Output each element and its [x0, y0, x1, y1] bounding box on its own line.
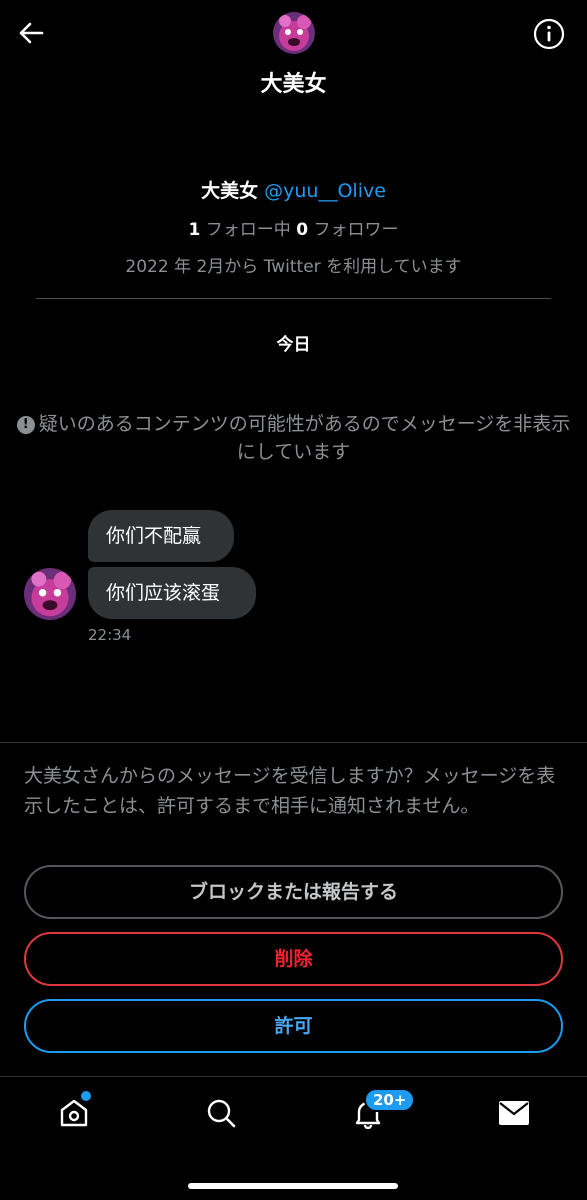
- following-label: フォロー中: [205, 220, 291, 240]
- tab-search[interactable]: [199, 1091, 243, 1135]
- sender-avatar[interactable]: [24, 568, 76, 620]
- profile-name-line: 大美女 @yuu__Olive: [0, 176, 587, 203]
- warning-icon: !: [16, 416, 35, 434]
- message-bubble[interactable]: 你们不配赢: [88, 510, 234, 562]
- tab-messages[interactable]: [492, 1091, 536, 1135]
- message-request-panel: 大美女さんからのメッセージを受信しますか？メッセージを表示したことは、許可するま…: [0, 742, 587, 1076]
- arrow-left-icon: [19, 22, 44, 44]
- message-timestamp: 22:34: [88, 626, 132, 644]
- header-avatar[interactable]: [273, 12, 315, 54]
- page-title: 大美女: [260, 72, 327, 97]
- profile-joined-date: 2022 年 2月から Twitter を利用しています: [125, 257, 462, 277]
- home-icon: [60, 1099, 88, 1127]
- divider: [36, 298, 551, 299]
- profile-name: 大美女: [201, 180, 259, 202]
- request-prompt: 大美女さんからのメッセージを受信しますか？メッセージを表示したことは、許可するま…: [24, 765, 556, 817]
- date-separator: 今日: [276, 335, 311, 355]
- delete-button[interactable]: 削除: [24, 932, 563, 986]
- block-or-report-button[interactable]: ブロックまたは報告する: [24, 865, 563, 919]
- home-indicator[interactable]: [188, 1183, 398, 1189]
- followers-label: フォロワー: [313, 220, 399, 240]
- info-button[interactable]: [533, 18, 565, 50]
- info-circle-icon: [533, 18, 565, 50]
- search-icon: [207, 1099, 236, 1128]
- back-button[interactable]: [14, 16, 48, 50]
- following-count: 1: [188, 220, 201, 240]
- profile-handle[interactable]: @yuu__Olive: [264, 180, 386, 202]
- home-unread-dot: [81, 1091, 91, 1101]
- hidden-content-notice: ! 疑いのあるコンテンツの可能性があるのでメッセージを非表示にしています: [10, 410, 577, 466]
- followers-count: 0: [296, 220, 309, 240]
- conversation-header: 大美女: [0, 0, 587, 110]
- notifications-badge: 20+: [364, 1088, 416, 1112]
- allow-button[interactable]: 許可: [24, 999, 563, 1053]
- hidden-notice-text: 疑いのあるコンテンツの可能性があるのでメッセージを非表示にしています: [38, 413, 571, 463]
- envelope-icon: [499, 1101, 529, 1125]
- profile-follow-stats: 1 フォロー中 0 フォロワー: [0, 215, 587, 240]
- bottom-tab-bar: [0, 1076, 587, 1200]
- message-bubble[interactable]: 你们应该滚蛋: [88, 567, 256, 619]
